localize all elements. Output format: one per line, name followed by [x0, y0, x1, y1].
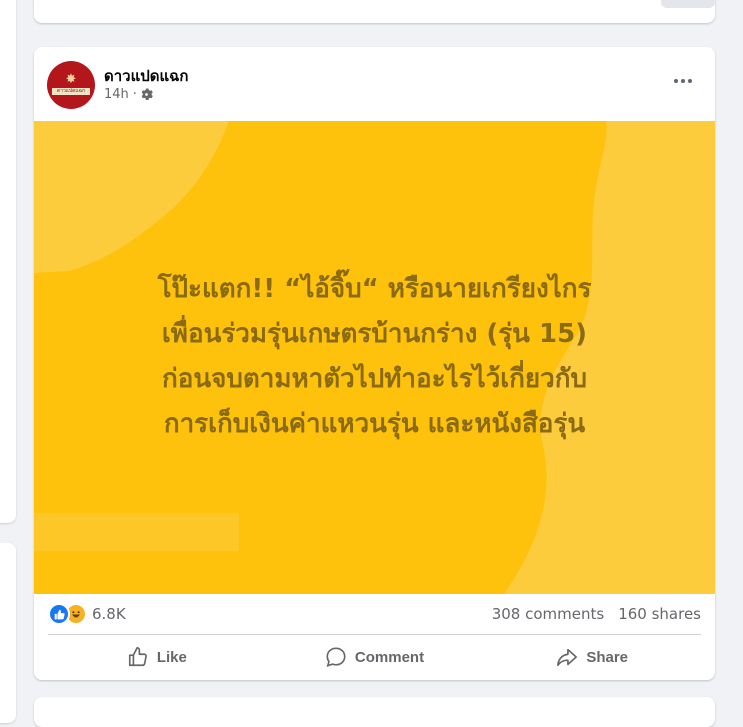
post-stats: 6.8K 308 comments 160 shares — [48, 603, 701, 625]
post-image[interactable]: โป๊ะแตก!! “ไอ้จิ๊บ“ หรือนายเกรียงไกร เพื… — [34, 121, 715, 594]
left-panel — [0, 0, 16, 523]
share-icon — [557, 648, 578, 667]
comment-label: Comment — [354, 648, 425, 666]
comments-count[interactable]: 308 comments — [492, 605, 604, 623]
post-time[interactable]: 14h — [104, 87, 129, 102]
reactions-summary[interactable]: 6.8K — [48, 603, 126, 625]
more-options-button[interactable] — [669, 71, 697, 91]
gear-icon[interactable] — [140, 88, 153, 101]
page-name[interactable]: ดาวแปดแฉก — [104, 64, 189, 88]
more-dots-icon — [674, 79, 678, 83]
comment-icon — [326, 647, 346, 667]
like-label: Like — [156, 648, 187, 666]
like-reaction-icon — [48, 603, 70, 625]
shares-count[interactable]: 160 shares — [618, 605, 701, 623]
image-caption-text: โป๊ะแตก!! “ไอ้จิ๊บ“ หรือนายเกรียงไกร เพื… — [157, 274, 592, 439]
previous-post-button[interactable] — [661, 0, 715, 8]
previous-post-card — [34, 0, 715, 23]
share-button[interactable]: Share — [483, 639, 701, 675]
next-post-card — [34, 697, 715, 727]
page-avatar[interactable]: ✸ ดาวแปดแฉก — [47, 61, 95, 109]
meta-separator: · — [132, 87, 137, 102]
left-panel-lower — [0, 543, 16, 723]
post-actions: Like Comment Share — [48, 639, 701, 675]
divider — [48, 634, 701, 635]
post-meta: 14h · — [104, 87, 153, 102]
star-icon: ✸ — [65, 72, 77, 87]
share-label: Share — [586, 648, 629, 666]
thumbs-up-icon — [128, 647, 147, 667]
avatar-logo-text: ดาวแปดแฉก — [52, 88, 90, 95]
reaction-count: 6.8K — [92, 605, 126, 623]
post-card: ✸ ดาวแปดแฉก ดาวแปดแฉก 14h · โป๊ะแตก!! “ไ… — [34, 47, 715, 680]
comment-button[interactable]: Comment — [266, 639, 484, 675]
like-button[interactable]: Like — [48, 639, 266, 675]
